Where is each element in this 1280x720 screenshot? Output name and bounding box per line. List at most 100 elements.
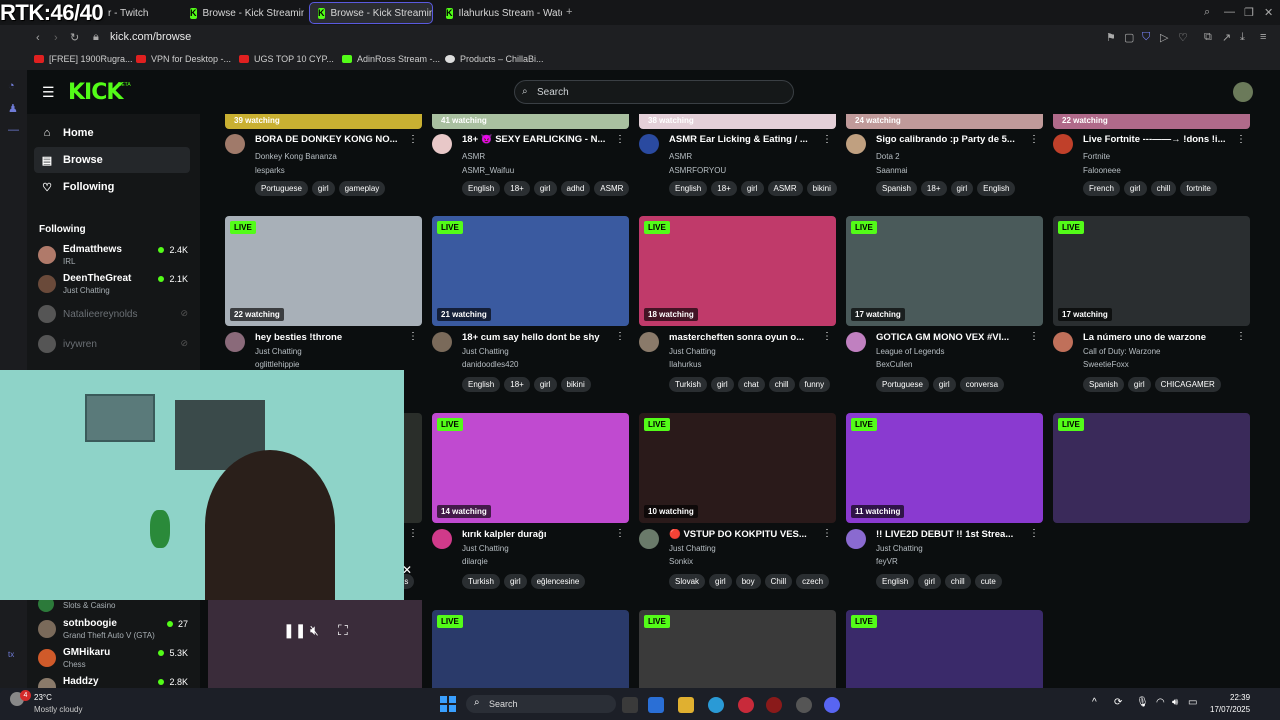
stream-thumbnail[interactable]: 22 watching bbox=[1053, 114, 1250, 129]
close-window-icon[interactable]: ✕ bbox=[1264, 6, 1273, 19]
avatar[interactable] bbox=[639, 529, 659, 549]
streamer-name[interactable]: SweetieFoxx bbox=[1083, 360, 1129, 369]
tag-chip[interactable]: czech bbox=[796, 574, 830, 589]
tag-chip[interactable]: girl bbox=[311, 181, 335, 196]
menu-icon[interactable]: ≡ bbox=[1260, 31, 1266, 43]
stream-thumbnail[interactable]: LIVE bbox=[1053, 413, 1250, 523]
stream-category[interactable]: Dota 2 bbox=[876, 152, 900, 161]
store-icon[interactable] bbox=[648, 697, 664, 713]
following-item[interactable]: Natalieereynolds ⊘ bbox=[38, 305, 188, 331]
stream-thumbnail[interactable]: LIVE 18 watching bbox=[639, 216, 836, 326]
stream-thumbnail[interactable]: 41 watching bbox=[432, 114, 629, 129]
streamer-name[interactable]: oglittlehippie bbox=[255, 360, 299, 369]
tag-chip[interactable]: girl bbox=[918, 574, 941, 589]
avatar[interactable] bbox=[225, 134, 245, 154]
stream-title[interactable]: hey besties !throne bbox=[255, 332, 405, 343]
task-view-icon[interactable] bbox=[622, 697, 638, 713]
stream-card[interactable]: LIVE 17 watching La número uno de warzone ⋮… bbox=[1053, 216, 1250, 396]
tag-chip[interactable]: girl bbox=[1123, 181, 1147, 196]
mute-icon[interactable]: 🔇︎ bbox=[310, 622, 319, 639]
streamer-name[interactable]: Ilahurkus bbox=[669, 360, 701, 369]
stream-category[interactable]: ASMR bbox=[669, 152, 692, 161]
discord-icon[interactable] bbox=[824, 697, 840, 713]
stream-title[interactable]: Live Fortnite ---——→ !dons !i... bbox=[1083, 134, 1233, 145]
tag-chip[interactable]: chill bbox=[944, 574, 971, 589]
opera-icon[interactable] bbox=[738, 697, 754, 713]
stream-thumbnail[interactable]: LIVE bbox=[846, 610, 1043, 688]
more-options-icon[interactable]: ⋮ bbox=[822, 331, 832, 342]
tag-chip[interactable]: 18+ bbox=[504, 181, 530, 196]
clock-time[interactable]: 22:39 bbox=[1230, 693, 1250, 702]
more-options-icon[interactable]: ⋮ bbox=[1029, 331, 1039, 342]
stream-card[interactable]: LIVE bbox=[846, 610, 1043, 688]
stream-card[interactable]: LIVE 22 watching hey besties !throne ⋮ Just … bbox=[225, 216, 422, 396]
mini-player[interactable]: ❚❚ 🔇︎ ⛶ bbox=[208, 600, 422, 688]
tag-chip[interactable]: CHICAGAMER bbox=[1154, 377, 1221, 392]
tag-chip[interactable]: cute bbox=[974, 574, 1002, 589]
stream-thumbnail[interactable]: LIVE 17 watching bbox=[1053, 216, 1250, 326]
more-options-icon[interactable]: ⋮ bbox=[822, 528, 832, 539]
stream-category[interactable]: Just Chatting bbox=[462, 347, 509, 356]
tag-chip[interactable]: girl bbox=[932, 377, 956, 392]
stream-card[interactable]: LIVE 17 watching GOTICA GM MONO VEX #VI...… bbox=[846, 216, 1043, 396]
stream-category[interactable]: Call of Duty: Warzone bbox=[1083, 347, 1161, 356]
tag-chip[interactable]: girl bbox=[533, 377, 557, 392]
avatar[interactable] bbox=[432, 332, 452, 352]
following-item[interactable]: ivywren ⊘ bbox=[38, 335, 188, 361]
tag-chip[interactable]: chat bbox=[737, 377, 765, 392]
stream-title[interactable]: kırık kalpler durağı bbox=[462, 529, 612, 540]
clock-date[interactable]: 17/07/2025 bbox=[1210, 705, 1250, 714]
tab-twitch[interactable]: r - Twitch bbox=[100, 2, 180, 24]
back-icon[interactable]: ‹ bbox=[36, 32, 40, 44]
people-icon[interactable]: ♟ bbox=[8, 102, 18, 115]
streamer-name[interactable]: danidoodles420 bbox=[462, 360, 519, 369]
stream-title[interactable]: 18+ 😈 SEXY EARLICKING - N... bbox=[462, 134, 612, 145]
avatar[interactable] bbox=[846, 332, 866, 352]
tag-chip[interactable]: bikini bbox=[560, 377, 591, 392]
tag-chip[interactable]: chill bbox=[768, 377, 795, 392]
stream-card[interactable]: LIVE 11 watching !! LIVE2D DEBUT !! 1st St… bbox=[846, 413, 1043, 593]
stream-thumbnail[interactable]: 24 watching bbox=[846, 114, 1043, 129]
stream-category[interactable]: Just Chatting bbox=[876, 544, 923, 553]
volume-icon[interactable]: 🔊︎ bbox=[1172, 697, 1178, 708]
avatar[interactable] bbox=[639, 332, 659, 352]
close-icon[interactable]: ✕ bbox=[402, 563, 412, 577]
stream-category[interactable]: Donkey Kong Bananza bbox=[255, 152, 337, 161]
stream-title[interactable]: BORA DE DONKEY KONG NO... bbox=[255, 134, 405, 145]
more-options-icon[interactable]: ⋮ bbox=[1236, 331, 1246, 342]
stream-thumbnail[interactable]: LIVE 10 watching bbox=[639, 413, 836, 523]
history-icon[interactable]: ◔ bbox=[8, 80, 15, 92]
stream-title[interactable]: mastercheften sonra oyun o... bbox=[669, 332, 819, 343]
tag-chip[interactable]: English bbox=[462, 377, 501, 392]
more-options-icon[interactable]: ⋮ bbox=[1029, 134, 1039, 145]
following-item[interactable]: Edmatthews IRL 2.4K bbox=[38, 242, 188, 268]
bookmark-item[interactable]: [FREE] 1900Rugra... bbox=[34, 54, 133, 64]
tag-chip[interactable]: girl bbox=[709, 574, 732, 589]
tag-chip[interactable]: Portuguese bbox=[876, 377, 929, 392]
forward-icon[interactable]: › bbox=[54, 32, 58, 44]
tag-chip[interactable]: English bbox=[876, 574, 915, 589]
app-icon[interactable] bbox=[796, 697, 812, 713]
more-options-icon[interactable]: ⋮ bbox=[408, 528, 418, 539]
stream-category[interactable]: Just Chatting bbox=[255, 347, 302, 356]
stream-thumbnail[interactable]: LIVE 22 watching bbox=[225, 216, 422, 326]
more-options-icon[interactable]: ⋮ bbox=[822, 134, 832, 145]
stream-thumbnail[interactable]: LIVE 17 watching bbox=[846, 216, 1043, 326]
tag-chip[interactable]: Spanish bbox=[1083, 377, 1124, 392]
tag-chip[interactable]: funny bbox=[798, 377, 831, 392]
tag-chip[interactable]: girl bbox=[710, 377, 734, 392]
stream-category[interactable]: League of Legends bbox=[876, 347, 945, 356]
stream-category[interactable]: Just Chatting bbox=[669, 347, 716, 356]
streamer-name[interactable]: ASMR_Waifuu bbox=[462, 166, 514, 175]
stream-card[interactable]: LIVE 14 watching kırık kalpler durağı ⋮ Just… bbox=[432, 413, 629, 593]
following-item[interactable]: DeenTheGreat Just Chatting 2.1K bbox=[38, 271, 188, 297]
more-options-icon[interactable]: ⋮ bbox=[408, 134, 418, 145]
tag-chip[interactable]: Slovak bbox=[669, 574, 706, 589]
more-options-icon[interactable]: ⋮ bbox=[615, 528, 625, 539]
stream-thumbnail[interactable]: 39 watching bbox=[225, 114, 422, 129]
following-item[interactable]: Haddzy 2.8K bbox=[38, 674, 188, 688]
stream-category[interactable]: Just Chatting bbox=[669, 544, 716, 553]
bookmark-item[interactable]: VPN for Desktop -... bbox=[136, 54, 231, 64]
nav-browse[interactable]: ▤ Browse bbox=[34, 147, 190, 173]
stream-thumbnail[interactable]: LIVE bbox=[432, 610, 629, 688]
